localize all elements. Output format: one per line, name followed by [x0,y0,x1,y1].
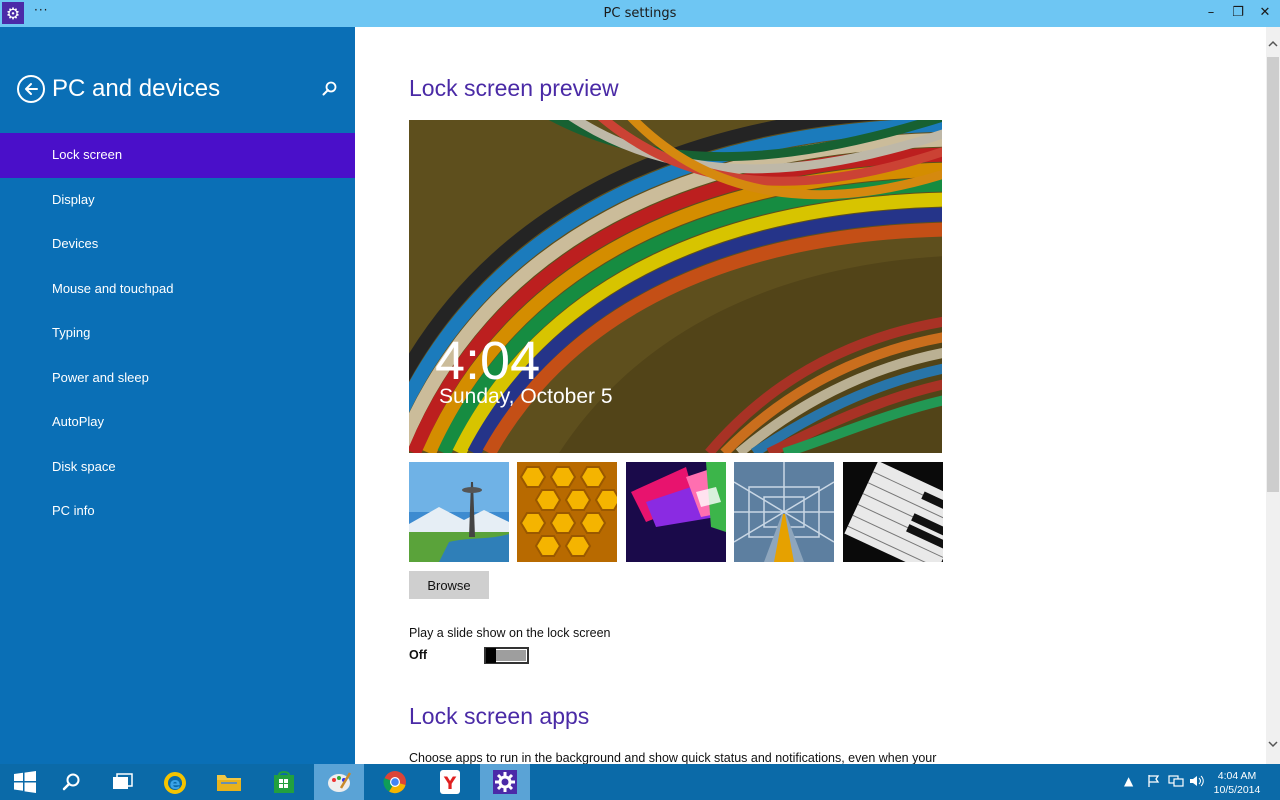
taskbar-clock[interactable]: 4:04 AM 10/5/2014 [1207,769,1267,797]
thumbnail-piano[interactable] [843,462,943,562]
internet-explorer-icon[interactable]: e [150,764,200,800]
sidebar-item-lock-screen[interactable]: Lock screen [0,133,355,178]
close-button[interactable]: ✕ [1254,3,1276,23]
taskbar: e Y ▲ 4:04 AM 10/5/2014 [0,764,1280,800]
store-icon[interactable] [259,764,309,800]
sidebar-item-power-and-sleep[interactable]: Power and sleep [0,356,355,401]
thumbnail-honeycomb[interactable] [517,462,617,562]
thumbnail-space-needle[interactable] [409,462,509,562]
sidebar-item-typing[interactable]: Typing [0,311,355,356]
clock-date: 10/5/2014 [1213,784,1261,796]
slideshow-toggle[interactable] [484,647,529,664]
search-icon[interactable] [320,79,340,99]
sidebar-nav: Lock screen Display Devices Mouse and to… [0,133,355,534]
thumbnail-geometric[interactable] [626,462,726,562]
section-title: PC and devices [52,75,221,102]
action-center-flag-icon[interactable] [1147,774,1161,791]
svg-text:Y: Y [443,774,457,794]
toggle-track [496,650,526,661]
toggle-knob [486,648,496,663]
title-bar: ⚙ ··· PC settings – ❐ ✕ [0,0,1280,27]
scroll-up-icon[interactable] [1266,37,1280,51]
chrome-icon[interactable] [370,764,420,800]
back-arrow-icon[interactable] [17,75,45,103]
svg-text:e: e [170,774,181,793]
preview-time: 4:04 [435,331,541,391]
sidebar-item-display[interactable]: Display [0,178,355,223]
preview-date: Sunday, October 5 [439,385,613,408]
pc-settings-taskbar-icon[interactable] [480,764,530,800]
show-hidden-icons-chevron-icon[interactable]: ▲ [1124,774,1133,788]
start-button-windows-icon[interactable] [0,764,50,800]
volume-icon[interactable] [1189,774,1205,791]
lock-screen-apps-description: Choose apps to run in the background and… [409,751,937,764]
scroll-thumb[interactable] [1267,57,1279,492]
sidebar-item-autoplay[interactable]: AutoPlay [0,400,355,445]
file-explorer-icon[interactable] [204,764,254,800]
lock-screen-preview-heading: Lock screen preview [409,75,619,101]
network-icon[interactable] [1168,774,1184,791]
clock-time: 4:04 AM [1217,770,1257,782]
lock-screen-preview-image: 4:04 Sunday, October 5 [409,120,942,453]
search-icon[interactable] [47,764,97,800]
sidebar-item-mouse-and-touchpad[interactable]: Mouse and touchpad [0,267,355,312]
sidebar-item-disk-space[interactable]: Disk space [0,445,355,490]
slideshow-label: Play a slide show on the lock screen [409,626,611,640]
vertical-scrollbar[interactable] [1266,27,1280,764]
lock-screen-apps-heading: Lock screen apps [409,703,590,729]
slideshow-state: Off [409,648,428,662]
sidebar-item-pc-info[interactable]: PC info [0,489,355,534]
sidebar-item-devices[interactable]: Devices [0,222,355,267]
background-thumbnails [409,462,943,562]
restore-button[interactable]: ❐ [1227,3,1249,23]
minimize-button[interactable]: – [1200,3,1222,23]
sidebar: PC and devices Lock screen Display Devic… [0,27,355,764]
yandex-browser-icon[interactable]: Y [425,764,475,800]
task-view-icon[interactable] [97,764,147,800]
browse-button[interactable]: Browse [409,571,489,599]
scroll-down-icon[interactable] [1266,737,1280,751]
window-title: PC settings [603,6,677,21]
paint-icon[interactable] [314,764,364,800]
thumbnail-tunnel[interactable] [734,462,834,562]
main-content: Lock screen preview 4:04 Sunday, October… [355,27,1266,764]
